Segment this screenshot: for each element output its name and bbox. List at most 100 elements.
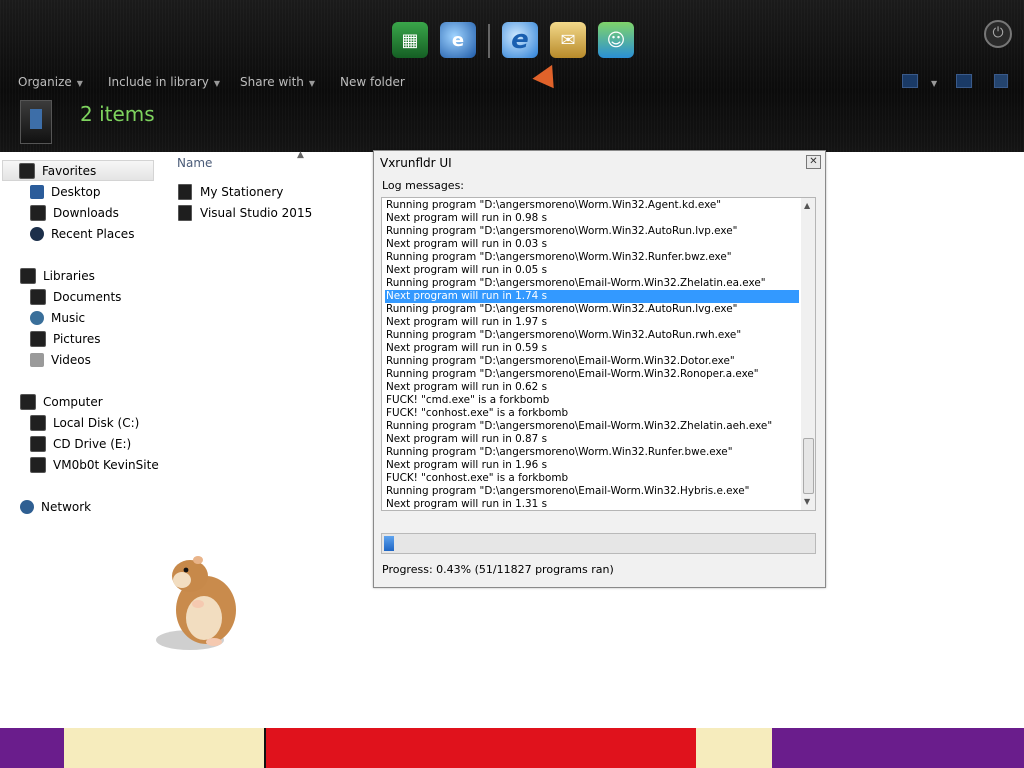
log-line[interactable]: Next program will run in 0.03 s	[385, 238, 799, 251]
scroll-up-icon[interactable]: ▲	[804, 201, 810, 210]
nav-label: VM0b0t KevinSite	[53, 457, 159, 472]
nav-item-local-disk[interactable]: Local Disk (C:)	[30, 412, 139, 433]
command-bar: Organize ▼ Include in library ▼ Share with…	[0, 72, 1024, 94]
view-options-icon[interactable]	[902, 74, 918, 88]
nav-item-network-drive[interactable]: VM0b0t KevinSite	[30, 454, 159, 475]
list-item[interactable]: My Stationery	[178, 183, 283, 201]
nav-item-videos[interactable]: Videos	[30, 349, 91, 370]
nav-label: CD Drive (E:)	[53, 436, 132, 451]
taskbar-dock: ▦ e e ✉ ☺	[392, 22, 634, 66]
log-line[interactable]: Running program "D:\angersmoreno\Email-W…	[385, 420, 799, 433]
share-with-button[interactable]: Share with ▼	[240, 75, 315, 89]
log-line[interactable]: Next program will run in 0.62 s	[385, 381, 799, 394]
power-icon[interactable]: ⏻	[984, 20, 1012, 48]
nav-network[interactable]: Network	[20, 496, 91, 517]
log-line[interactable]: Next program will run in 1.74 s	[385, 290, 799, 303]
folder-icon	[178, 184, 192, 200]
nav-libraries[interactable]: Libraries	[20, 265, 95, 286]
log-line[interactable]: Next program will run in 1.97 s	[385, 316, 799, 329]
include-in-library-button[interactable]: Include in library ▼	[108, 75, 220, 89]
internet-explorer-icon[interactable]: e	[502, 22, 538, 58]
log-line[interactable]: Running program "D:\angersmoreno\Worm.Wi…	[385, 303, 799, 316]
organize-label: Organize	[18, 75, 72, 89]
log-line[interactable]: Next program will run in 1.31 s	[385, 498, 799, 510]
scrollbar-thumb[interactable]	[803, 438, 814, 494]
star-icon	[19, 162, 35, 179]
log-line[interactable]: Next program will run in 0.87 s	[385, 433, 799, 446]
nav-label: Network	[41, 499, 92, 514]
progress-bar	[381, 533, 816, 554]
log-listbox[interactable]: Running program "D:\angersmoreno\Worm.Wi…	[381, 197, 816, 511]
new-folder-button[interactable]: New folder	[340, 75, 405, 89]
music-icon	[30, 310, 44, 325]
include-in-library-label: Include in library	[108, 75, 209, 89]
log-line[interactable]: Running program "D:\angersmoreno\Worm.Wi…	[385, 446, 799, 459]
chevron-down-icon[interactable]: ▼	[926, 75, 937, 89]
nav-item-documents[interactable]: Documents	[30, 286, 121, 307]
nav-item-desktop[interactable]: Desktop	[30, 181, 101, 202]
preview-pane-icon[interactable]	[956, 74, 972, 88]
log-line[interactable]: Next program will run in 1.96 s	[385, 459, 799, 472]
sort-ascending-icon: ▲	[297, 150, 304, 160]
chevron-down-icon: ▼	[308, 79, 316, 88]
list-item[interactable]: Visual Studio 2015	[178, 204, 312, 222]
folder-details-icon	[20, 100, 52, 144]
documents-icon	[30, 288, 46, 305]
app-icon[interactable]: ▦	[392, 22, 428, 58]
nav-item-downloads[interactable]: Downloads	[30, 202, 119, 223]
help-icon[interactable]	[994, 74, 1008, 88]
log-line[interactable]: Next program will run in 0.59 s	[385, 342, 799, 355]
log-line[interactable]: FUCK! "conhost.exe" is a forkbomb	[385, 407, 799, 420]
log-line[interactable]: Running program "D:\angersmoreno\Worm.Wi…	[385, 225, 799, 238]
vxrunfldr-dialog: Vxrunfldr UI ✕ Log messages: Running pro…	[373, 150, 826, 588]
nav-item-cd-drive[interactable]: CD Drive (E:)	[30, 433, 131, 454]
close-icon[interactable]: ✕	[806, 155, 821, 169]
library-icon	[20, 267, 36, 284]
navigation-pane: Favorites Desktop Downloads Recent Place…	[0, 152, 170, 728]
messenger-icon[interactable]: ☺	[598, 22, 634, 58]
desktop-icon	[30, 184, 44, 199]
log-line[interactable]: Next program will run in 0.05 s	[385, 264, 799, 277]
ie-icon[interactable]: e	[440, 22, 476, 58]
nav-computer[interactable]: Computer	[20, 391, 103, 412]
column-header-name[interactable]: Name	[177, 156, 212, 170]
nav-label: Local Disk (C:)	[53, 415, 140, 430]
log-line[interactable]: Running program "D:\angersmoreno\Email-W…	[385, 485, 799, 498]
log-line[interactable]: Running program "D:\angersmoreno\Email-W…	[385, 368, 799, 381]
file-name: Visual Studio 2015	[200, 206, 313, 220]
nav-item-recent-places[interactable]: Recent Places	[30, 223, 134, 244]
nav-item-pictures[interactable]: Pictures	[30, 328, 101, 349]
recent-places-icon	[30, 226, 44, 241]
chevron-down-icon: ▼	[76, 79, 83, 88]
dialog-title: Vxrunfldr UI	[380, 156, 452, 170]
log-lines: Running program "D:\angersmoreno\Worm.Wi…	[385, 199, 799, 510]
network-drive-icon	[30, 456, 46, 473]
videos-icon	[30, 352, 44, 367]
log-line[interactable]: FUCK! "conhost.exe" is a forkbomb	[385, 472, 799, 485]
mail-icon[interactable]: ✉	[550, 22, 586, 58]
nav-label: Documents	[53, 289, 122, 304]
nav-label: Computer	[43, 394, 103, 409]
folder-icon	[178, 205, 192, 221]
organize-button[interactable]: Organize ▼	[18, 75, 83, 89]
nav-label: Downloads	[53, 205, 119, 220]
progress-text: Progress: 0.43% (51/11827 programs ran)	[382, 563, 614, 576]
log-line[interactable]: Next program will run in 0.98 s	[385, 212, 799, 225]
nav-favorites[interactable]: Favorites	[2, 160, 154, 181]
log-line[interactable]: Running program "D:\angersmoreno\Worm.Wi…	[385, 329, 799, 342]
log-line[interactable]: Running program "D:\angersmoreno\Worm.Wi…	[385, 251, 799, 264]
log-line[interactable]: Running program "D:\angersmoreno\Worm.Wi…	[385, 199, 799, 212]
log-line[interactable]: Running program "D:\angersmoreno\Email-W…	[385, 355, 799, 368]
scroll-down-icon[interactable]: ▼	[804, 497, 810, 506]
nav-label: Pictures	[53, 331, 101, 346]
hard-drive-icon	[30, 414, 46, 431]
items-count: 2 items	[80, 102, 155, 126]
nav-label: Libraries	[43, 268, 95, 283]
log-line[interactable]: Running program "D:\angersmoreno\Email-W…	[385, 277, 799, 290]
log-line[interactable]: FUCK! "cmd.exe" is a forkbomb	[385, 394, 799, 407]
nav-label: Videos	[51, 352, 91, 367]
nav-item-music[interactable]: Music	[30, 307, 85, 328]
log-scrollbar[interactable]: ▲ ▼	[801, 198, 815, 510]
explorer-chrome: ▦ e e ✉ ☺ ⏻ Organize ▼ Include in library…	[0, 0, 1024, 152]
downloads-icon	[30, 204, 46, 221]
